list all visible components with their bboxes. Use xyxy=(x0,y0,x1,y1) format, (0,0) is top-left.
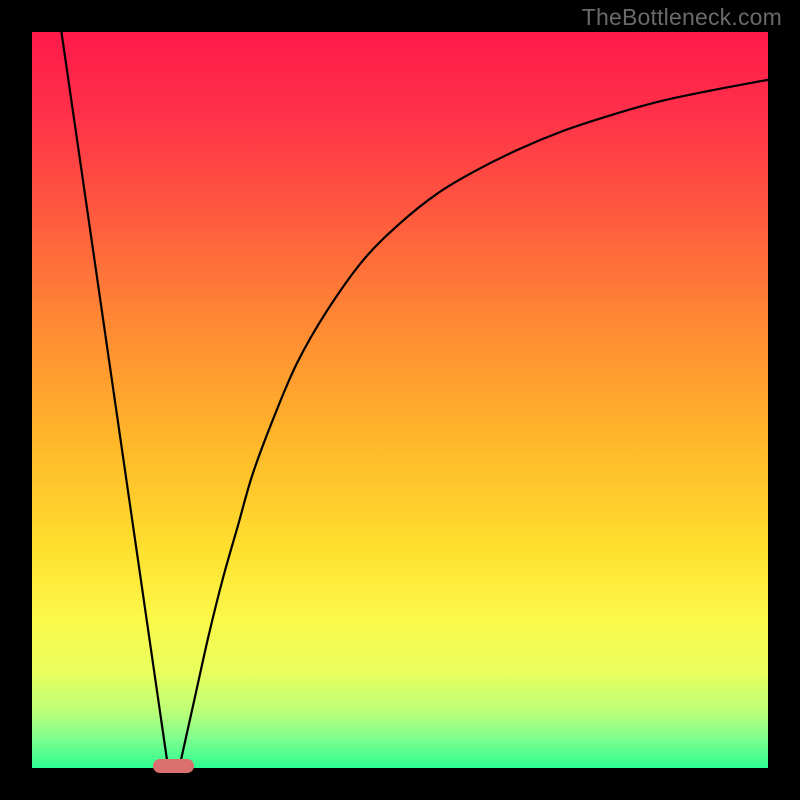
chart-frame: TheBottleneck.com xyxy=(0,0,800,800)
watermark-text: TheBottleneck.com xyxy=(582,4,782,31)
right-curve xyxy=(179,80,768,768)
curve-layer xyxy=(32,32,768,768)
left-line xyxy=(61,32,168,768)
plot-area xyxy=(32,32,768,768)
optimal-marker xyxy=(153,759,193,773)
